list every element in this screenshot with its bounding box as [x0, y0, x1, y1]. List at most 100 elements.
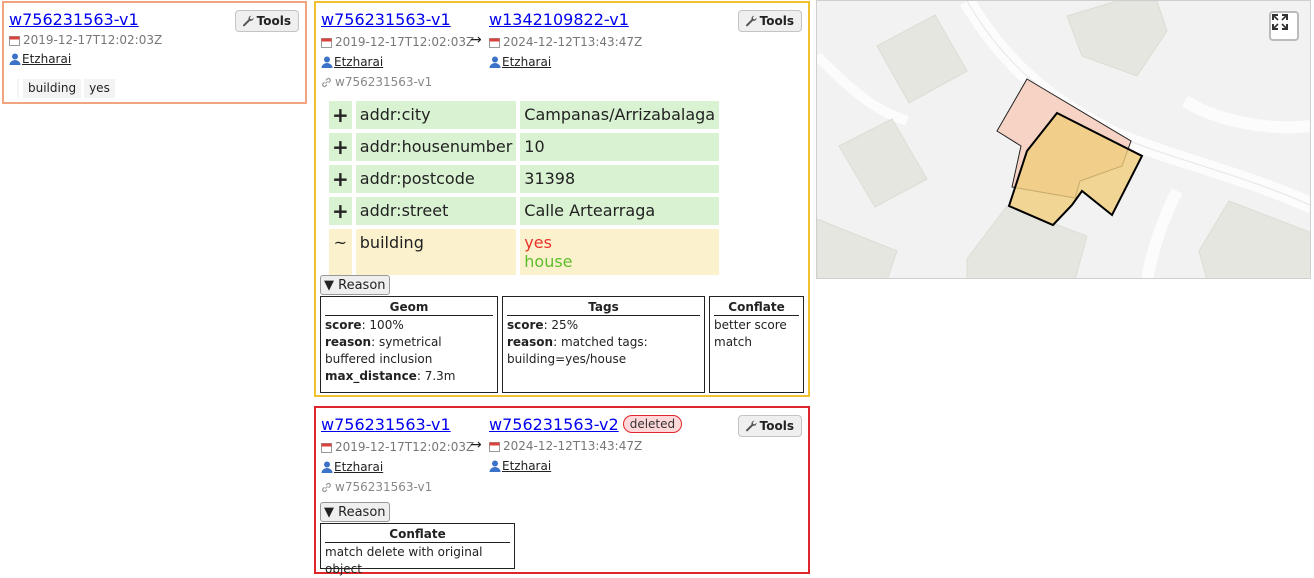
new-timestamp: 2024-12-12T13:43:47Z — [503, 35, 643, 49]
building-shape — [817, 218, 898, 278]
wrench-icon — [745, 420, 757, 432]
object-card-original: w756231563-v1 Tools 2019-12-17T12:02:03Z… — [2, 1, 307, 104]
conflate-text: better score match — [714, 318, 787, 349]
building-shape — [876, 14, 968, 104]
geom-max-distance: 7.3m — [424, 369, 456, 383]
wrench-icon — [242, 15, 254, 27]
reference-text: w756231563-v1 — [335, 480, 433, 494]
geom-score: 100% — [369, 318, 404, 332]
diff-row-added: + addr:postcode 31398 — [329, 165, 720, 193]
version-arrow: → — [470, 32, 482, 48]
old-timestamp: 2019-12-17T12:02:03Z — [335, 440, 475, 454]
old-object-link[interactable]: w756231563-v1 — [321, 10, 451, 29]
added-icon: + — [329, 101, 352, 129]
calendar-icon — [489, 37, 500, 48]
fullscreen-button[interactable] — [1269, 11, 1299, 41]
calendar-icon — [9, 35, 20, 46]
object-card-deleted: w756231563-v1 2019-12-17T12:02:03Z Etzha… — [314, 406, 810, 576]
user-link[interactable]: Etzharai — [22, 51, 71, 67]
diff-key: addr:city — [355, 101, 517, 129]
diff-key: building — [355, 229, 517, 275]
tools-label: Tools — [759, 14, 794, 28]
score-label: score — [325, 318, 362, 332]
object-link[interactable]: w756231563-v1 — [9, 10, 139, 29]
old-object-link[interactable]: w756231563-v1 — [321, 415, 451, 434]
tag-list: building yes — [17, 79, 115, 98]
old-user-link[interactable]: Etzharai — [334, 459, 383, 475]
tools-button[interactable]: Tools — [234, 10, 299, 32]
calendar-icon — [489, 441, 500, 452]
tags-score: 25% — [551, 318, 579, 332]
old-value: yes — [524, 233, 552, 252]
max-distance-label: max_distance — [325, 369, 417, 383]
old-user-link[interactable]: Etzharai — [334, 54, 383, 70]
added-icon: + — [329, 133, 352, 161]
diff-key: addr:postcode — [355, 165, 517, 193]
reason-tags-title: Tags — [507, 300, 700, 316]
diff-row-added: + addr:city Campanas/Arrizabalaga — [329, 101, 720, 129]
reason-toggle-label: ▼ Reason — [324, 504, 386, 520]
link-icon — [322, 77, 331, 87]
reason-tags-box: Tags score: 25% reason: matched tags: bu… — [502, 296, 705, 393]
calendar-icon — [321, 442, 332, 453]
building-shape — [838, 118, 928, 208]
diff-value: Calle Artearraga — [520, 197, 720, 225]
diff-value: Campanas/Arrizabalaga — [520, 101, 720, 129]
user-icon — [9, 53, 21, 65]
tools-button[interactable]: Tools — [737, 10, 802, 32]
object-card-conflated: w756231563-v1 2019-12-17T12:02:03Z Etzha… — [314, 1, 810, 397]
building-shape — [966, 205, 1088, 278]
tag-chip-divider — [17, 79, 19, 98]
added-icon: + — [329, 197, 352, 225]
score-label: score — [507, 318, 544, 332]
new-timestamp: 2024-12-12T13:43:47Z — [503, 439, 643, 453]
expand-icon — [1272, 14, 1288, 30]
reason-geom-title: Geom — [325, 300, 493, 316]
tools-label: Tools — [759, 419, 794, 433]
tag-value: yes — [84, 79, 115, 98]
diff-value: yes house — [520, 229, 720, 275]
deleted-badge: deleted — [622, 415, 683, 433]
diff-key: addr:street — [355, 197, 517, 225]
building-shape — [1198, 200, 1310, 278]
user-icon — [489, 460, 501, 472]
tools-button[interactable]: Tools — [737, 415, 802, 437]
added-icon: + — [329, 165, 352, 193]
diff-value: 31398 — [520, 165, 720, 193]
new-value: house — [524, 252, 573, 271]
new-user-link[interactable]: Etzharai — [502, 458, 551, 474]
new-object-link[interactable]: w1342109822-v1 — [489, 10, 629, 29]
reason-toggle-button[interactable]: ▼ Reason — [320, 275, 390, 295]
old-version: w756231563-v1 2019-12-17T12:02:03Z Etzha… — [321, 10, 474, 70]
new-user-link[interactable]: Etzharai — [502, 54, 551, 70]
reason-label: reason — [325, 335, 372, 349]
new-object-link[interactable]: w756231563-v2 — [489, 415, 619, 434]
link-icon — [322, 482, 331, 492]
reference-link[interactable]: w756231563-v1 — [321, 480, 432, 494]
reason-label: reason — [507, 335, 554, 349]
building-shape — [1066, 1, 1168, 77]
diff-key: addr:housenumber — [355, 133, 517, 161]
reason-toggle-label: ▼ Reason — [324, 277, 386, 293]
version-arrow: → — [470, 437, 482, 453]
old-timestamp: 2019-12-17T12:02:03Z — [335, 35, 475, 49]
old-version: w756231563-v1 2019-12-17T12:02:03Z Etzha… — [321, 415, 474, 475]
diff-row-added: + addr:street Calle Artearraga — [329, 197, 720, 225]
calendar-icon — [321, 37, 332, 48]
road — [1141, 188, 1183, 278]
reason-geom-box: Geom score: 100% reason: symetrical buff… — [320, 296, 498, 393]
new-version: w1342109822-v1 2024-12-12T13:43:47Z Etzh… — [489, 10, 642, 70]
reason-conflate-box: Conflate match delete with original obje… — [320, 523, 515, 576]
modified-icon: ~ — [329, 229, 352, 275]
map-view[interactable] — [816, 0, 1311, 279]
reason-conflate-title: Conflate — [325, 527, 510, 543]
road — [1181, 95, 1310, 134]
tools-label: Tools — [256, 14, 291, 28]
reason-toggle-button[interactable]: ▼ Reason — [320, 502, 390, 522]
reference-link[interactable]: w756231563-v1 — [321, 75, 432, 89]
user-icon — [321, 56, 333, 68]
new-version: w756231563-v2 deleted 2024-12-12T13:43:47… — [489, 415, 683, 474]
user-icon — [489, 56, 501, 68]
wrench-icon — [745, 15, 757, 27]
reason-conflate-title: Conflate — [714, 300, 799, 316]
